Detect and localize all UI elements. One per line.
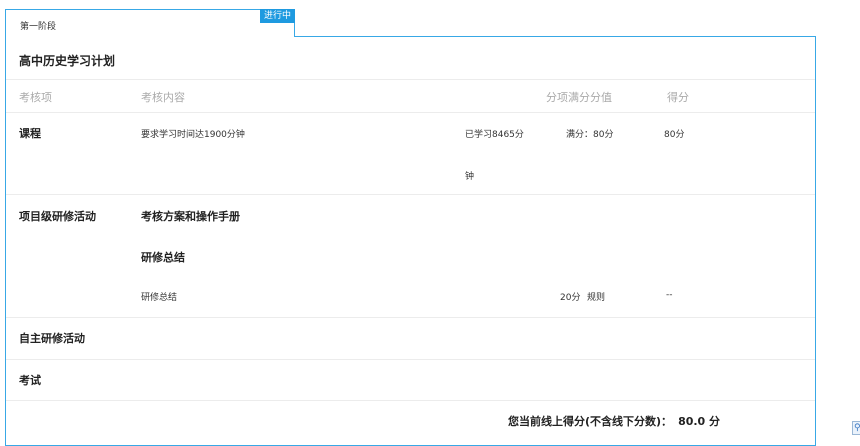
total-score-value: 80.0 分 bbox=[678, 415, 721, 428]
course-progress-line1: 已学习8465分 bbox=[465, 130, 524, 140]
header-full-score: 分项满分分值 bbox=[546, 91, 612, 104]
table-header-row: 考核项 考核内容 分项满分分值 得分 bbox=[6, 79, 815, 113]
plan-title: 高中历史学习计划 bbox=[19, 54, 116, 68]
project-sub-summary[interactable]: 研修总结 bbox=[141, 249, 185, 265]
project-detail-name: 研修总结 bbox=[141, 293, 178, 303]
exam-label: 考试 bbox=[19, 374, 41, 387]
header-content: 考核内容 bbox=[141, 91, 185, 104]
self-study-row: 自主研修活动 bbox=[6, 317, 815, 360]
course-progress-line2: 钟 bbox=[465, 172, 475, 182]
stage-tab[interactable]: 第一阶段 进行中 bbox=[5, 9, 295, 37]
project-sub-manual[interactable]: 考核方案和操作手册 bbox=[141, 208, 240, 224]
self-study-label: 自主研修活动 bbox=[19, 332, 85, 345]
project-label: 项目级研修活动 bbox=[19, 210, 96, 223]
course-row: 课程 要求学习时间达1900分钟 已学习8465分 钟 满分：80分 80分 bbox=[6, 112, 815, 195]
header-score: 得分 bbox=[667, 91, 689, 104]
course-full-score: 满分：80分 bbox=[566, 130, 614, 140]
exam-row: 考试 bbox=[6, 359, 815, 401]
header-item: 考核项 bbox=[19, 91, 52, 104]
course-label: 课程 bbox=[19, 127, 41, 140]
project-row: 项目级研修活动 考核方案和操作手册 研修总结 研修总结 20分 规则 -- bbox=[6, 194, 815, 318]
plan-title-row: 高中历史学习计划 bbox=[6, 37, 815, 80]
stage-tab-label: 第一阶段 bbox=[20, 22, 57, 32]
course-score: 80分 bbox=[664, 130, 685, 140]
project-detail-result: -- bbox=[666, 290, 673, 300]
course-requirement: 要求学习时间达1900分钟 bbox=[141, 130, 245, 140]
page-corner-icon[interactable]: ⚲ bbox=[852, 421, 860, 435]
total-score-label: 您当前线上得分(不含线下分数)： bbox=[508, 415, 673, 428]
magnifier-icon: ⚲ bbox=[854, 423, 860, 433]
total-score: 您当前线上得分(不含线下分数)： 80.0 分 bbox=[508, 413, 720, 429]
assessment-panel: 高中历史学习计划 考核项 考核内容 分项满分分值 得分 课程 要求学习时间达19… bbox=[5, 36, 816, 446]
project-detail-rule-link[interactable]: 规则 bbox=[587, 290, 605, 303]
project-detail-score: 20分 bbox=[560, 293, 581, 303]
status-badge: 进行中 bbox=[259, 9, 295, 23]
